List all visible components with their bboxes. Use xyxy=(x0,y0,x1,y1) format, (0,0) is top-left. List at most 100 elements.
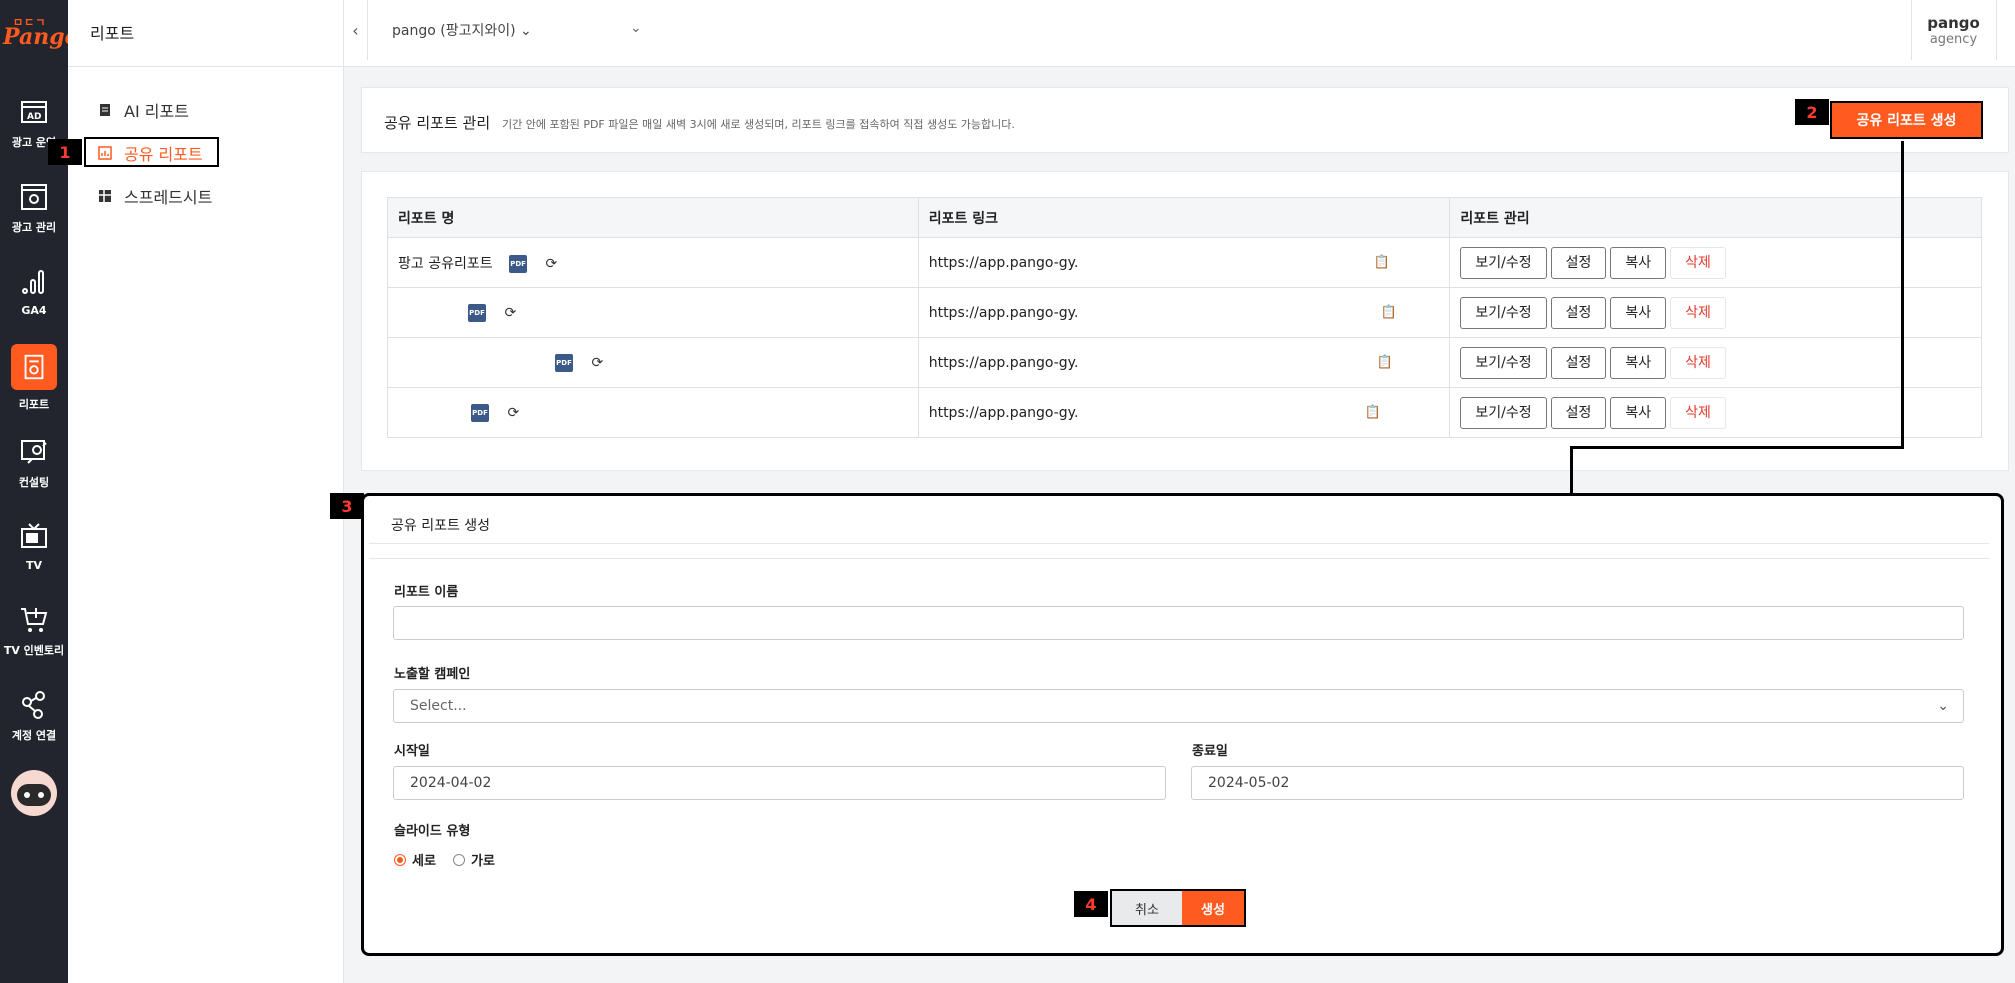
view-edit-button[interactable]: 보기/수정 xyxy=(1460,246,1547,279)
report-management-header: 공유 리포트 관리 기간 안에 포함된 PDF 파일은 매일 새벽 3시에 새로… xyxy=(361,87,2009,153)
settings-button[interactable]: 설정 xyxy=(1550,346,1607,379)
clipboard-icon[interactable]: 📋 xyxy=(1365,405,1381,420)
step-1-highlight xyxy=(84,137,219,167)
sidebar-item-spreadsheet[interactable]: 스프레드시트 xyxy=(98,184,212,208)
refresh-icon[interactable]: ⟳ xyxy=(591,355,603,371)
table-header-row: 리포트 명 리포트 링크 리포트 관리 xyxy=(387,197,1982,238)
spreadsheet-icon xyxy=(99,190,111,202)
ad-icon: AD xyxy=(21,101,47,123)
copy-button[interactable]: 복사 xyxy=(1610,346,1667,379)
slide-horizontal-radio[interactable]: 가로 xyxy=(453,850,495,869)
connector-line xyxy=(1570,446,1904,449)
report-name-input[interactable] xyxy=(393,606,1964,640)
copy-button[interactable]: 복사 xyxy=(1610,246,1667,279)
connector-line xyxy=(1901,141,1904,449)
report-name-label: 리포트 이름 xyxy=(394,585,459,600)
report-link-cell: https://app.pango-gy. 📋 xyxy=(917,387,1451,438)
refresh-icon[interactable]: ⟳ xyxy=(546,256,558,272)
end-date-label: 종료일 xyxy=(1192,744,1228,759)
clipboard-icon[interactable]: 📋 xyxy=(1381,305,1397,320)
start-date-input[interactable]: 2024-04-02 xyxy=(393,766,1166,800)
cancel-button[interactable]: 취소 xyxy=(1112,891,1182,925)
rail-item-ga4[interactable]: GA4 xyxy=(0,266,68,317)
report-name-cell: 팡고 공유리포트 PDF ⟳ xyxy=(387,237,919,288)
delete-button[interactable]: 삭제 xyxy=(1670,296,1726,329)
assistant-avatar[interactable] xyxy=(0,768,68,818)
form-title: 공유 리포트 생성 xyxy=(391,518,491,534)
copy-button[interactable]: 복사 xyxy=(1610,296,1667,329)
create-shared-report-button[interactable]: 공유 리포트 생성 xyxy=(1830,101,1983,139)
step-badge-4: 4 xyxy=(1074,891,1108,917)
slide-vertical-radio[interactable]: 세로 xyxy=(394,850,436,869)
start-date-label: 시작일 xyxy=(394,744,430,759)
rail-item-consulting[interactable]: 컨설팅 xyxy=(0,436,68,490)
sidebar-title: 리포트 xyxy=(90,24,135,43)
delete-button[interactable]: 삭제 xyxy=(1670,346,1726,379)
pdf-icon[interactable]: PDF xyxy=(555,353,573,372)
step-badge-1: 1 xyxy=(48,139,82,165)
report-table: 리포트 명 리포트 링크 리포트 관리 팡고 공유리포트 PDF ⟳ https… xyxy=(387,197,1982,438)
scrollbar[interactable] xyxy=(1996,0,2015,60)
pdf-icon[interactable]: PDF xyxy=(509,254,528,273)
view-edit-button[interactable]: 보기/수정 xyxy=(1460,296,1547,329)
page-description: 기간 안에 포함된 PDF 파일은 매일 새벽 3시에 새로 생성되며, 리포트… xyxy=(502,118,1015,131)
pdf-icon[interactable]: PDF xyxy=(468,303,486,322)
ad-settings-icon xyxy=(21,184,47,210)
view-edit-button[interactable]: 보기/수정 xyxy=(1460,396,1547,429)
create-button[interactable]: 생성 xyxy=(1182,891,1244,925)
report-link[interactable]: https://app.pango-gy. xyxy=(929,405,1079,421)
column-header: 리포트 명 xyxy=(387,197,919,238)
collapse-sidebar-button[interactable]: ‹ xyxy=(344,0,368,60)
rail-item-report[interactable]: 리포트 xyxy=(0,344,68,412)
sidebar-item-ai-report[interactable]: AI 리포트 xyxy=(98,98,189,122)
page-title: 공유 리포트 관리 xyxy=(384,114,491,132)
form-actions: 취소 생성 xyxy=(1110,889,1246,927)
delete-button[interactable]: 삭제 xyxy=(1670,246,1726,279)
svg-text:AD: AD xyxy=(27,112,41,122)
settings-button[interactable]: 설정 xyxy=(1550,246,1607,279)
view-edit-button[interactable]: 보기/수정 xyxy=(1460,346,1547,379)
table-row: PDF ⟳ https://app.pango-gy. 📋 보기/수정 설정 복사 삭… xyxy=(387,387,1982,438)
report-icon xyxy=(24,354,44,380)
rail-item-ad-management[interactable]: 광고 관리 xyxy=(0,181,68,235)
clipboard-icon[interactable]: 📋 xyxy=(1374,255,1390,270)
report-name-cell: PDF ⟳ xyxy=(387,287,919,338)
cart-icon xyxy=(21,608,48,632)
campaign-label: 노출할 캠페인 xyxy=(394,667,471,682)
pdf-icon[interactable]: PDF xyxy=(471,403,489,422)
sidebar-divider xyxy=(68,66,344,67)
report-link[interactable]: https://app.pango-gy. xyxy=(929,255,1079,271)
rail-item-account-link[interactable]: 계정 연결 xyxy=(0,689,68,743)
clipboard-icon[interactable]: 📋 xyxy=(1377,355,1393,370)
report-link-cell: https://app.pango-gy. 📋 xyxy=(917,287,1451,338)
copy-button[interactable]: 복사 xyxy=(1610,396,1667,429)
refresh-icon[interactable]: ⟳ xyxy=(504,305,516,321)
rail-item-tv-inventory[interactable]: TV 인벤토리 xyxy=(0,604,68,658)
brand-account[interactable]: pango agency xyxy=(1911,0,1995,60)
report-link[interactable]: https://app.pango-gy. xyxy=(929,305,1079,321)
link-icon xyxy=(22,691,45,719)
step-badge-2: 2 xyxy=(1795,99,1829,125)
analytics-icon xyxy=(22,270,44,294)
step-badge-3: 3 xyxy=(330,493,364,519)
radio-selected-icon xyxy=(394,853,406,866)
pango-logo[interactable]: ㅁㄷㄱ Pango xyxy=(3,14,79,50)
report-name-cell: PDF ⟳ xyxy=(387,337,919,388)
report-link[interactable]: https://app.pango-gy. xyxy=(929,355,1079,371)
end-date-input[interactable]: 2024-05-02 xyxy=(1191,766,1964,800)
connector-line xyxy=(1570,446,1573,494)
rail-item-tv[interactable]: TV xyxy=(0,521,68,572)
table-row: PDF ⟳ https://app.pango-gy. 📋 보기/수정 설정 복사 삭… xyxy=(387,287,1982,338)
chevron-left-icon: ‹ xyxy=(352,20,359,40)
table-row: PDF ⟳ https://app.pango-gy. 📋 보기/수정 설정 복사 삭… xyxy=(387,337,1982,388)
chevron-down-icon[interactable]: ⌄ xyxy=(630,20,642,36)
campaign-select[interactable]: Select... ⌄ xyxy=(393,689,1964,723)
delete-button[interactable]: 삭제 xyxy=(1670,396,1726,429)
chevron-down-icon: ⌄ xyxy=(1937,698,1949,714)
slide-type-label: 슬라이드 유형 xyxy=(394,824,471,839)
settings-button[interactable]: 설정 xyxy=(1550,396,1607,429)
refresh-icon[interactable]: ⟳ xyxy=(507,405,519,421)
account-selector[interactable]: pango (팡고지와이) ⌄ xyxy=(392,20,532,40)
settings-button[interactable]: 설정 xyxy=(1550,296,1607,329)
robot-avatar-icon xyxy=(11,770,57,816)
